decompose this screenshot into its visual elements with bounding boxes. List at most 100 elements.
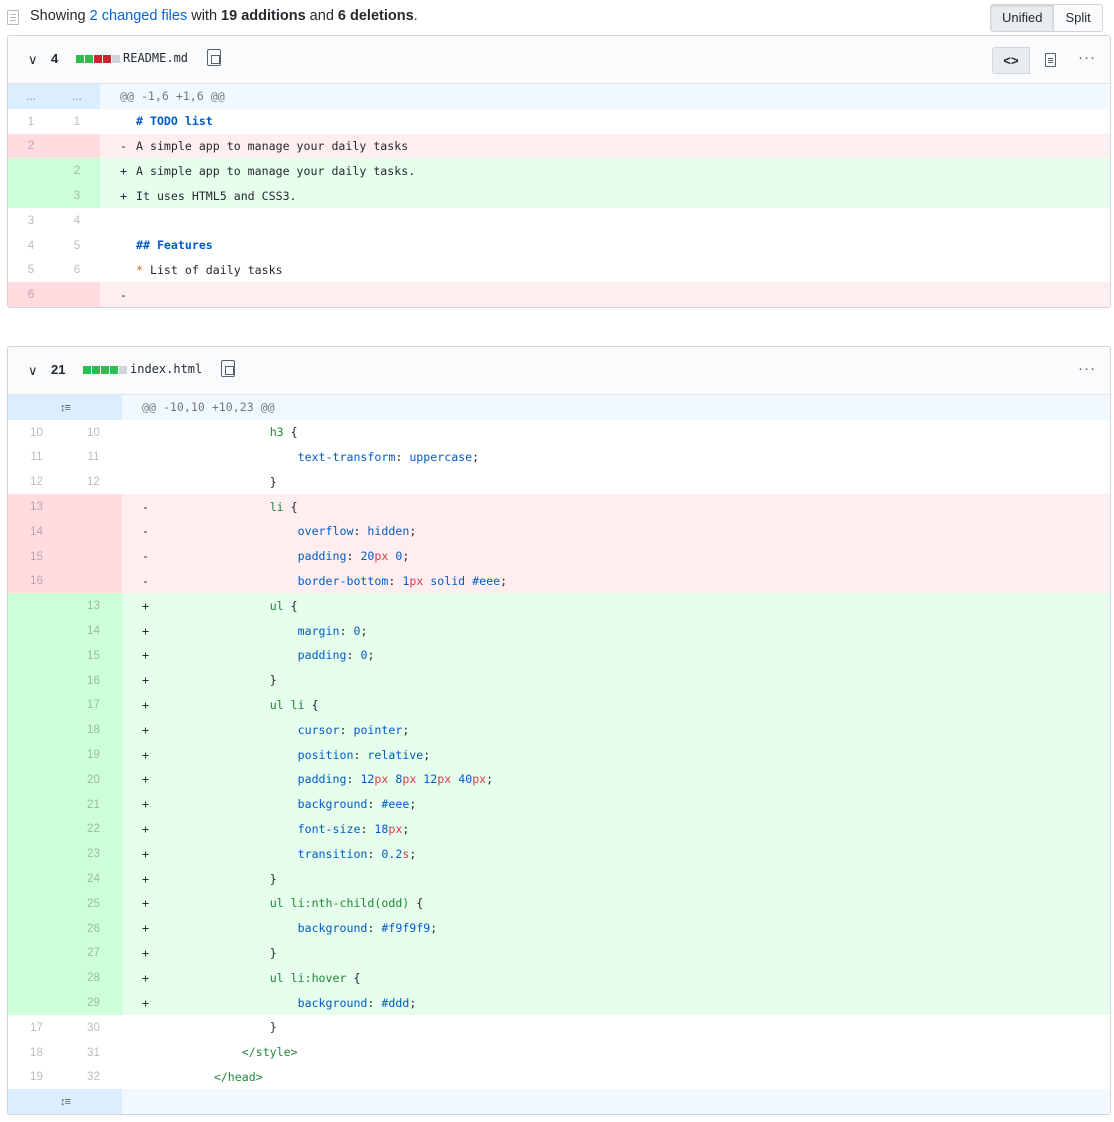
diff-sign: + — [142, 747, 149, 762]
old-line-number[interactable] — [8, 940, 65, 966]
new-line-number[interactable] — [65, 543, 122, 569]
old-line-number[interactable] — [8, 593, 65, 619]
new-line-number[interactable]: 26 — [65, 915, 122, 941]
old-line-number[interactable] — [8, 915, 65, 941]
new-line-number[interactable]: 3 — [54, 183, 100, 208]
new-line-number[interactable]: 16 — [65, 667, 122, 693]
code-token: { — [409, 896, 424, 911]
old-line-number[interactable] — [8, 642, 65, 668]
new-line-number[interactable]: 27 — [65, 940, 122, 966]
chevron-down-icon[interactable]: ∨ — [28, 52, 38, 68]
old-line-number[interactable]: 11 — [8, 445, 65, 470]
clipboard-icon[interactable] — [207, 49, 221, 66]
new-line-number[interactable] — [65, 518, 122, 544]
new-line-number[interactable]: 1 — [54, 109, 100, 134]
new-line-number[interactable]: 30 — [65, 1015, 122, 1040]
kebab-icon[interactable]: ··· — [1078, 360, 1096, 377]
old-line-number[interactable]: 6 — [8, 282, 54, 308]
new-line-number[interactable] — [65, 568, 122, 594]
old-line-number[interactable]: 19 — [8, 1065, 65, 1090]
new-line-number[interactable]: ... — [54, 84, 100, 109]
old-line-number[interactable] — [8, 791, 65, 817]
new-line-number[interactable]: 6 — [54, 258, 100, 283]
old-line-number[interactable]: 5 — [8, 258, 54, 283]
old-line-number[interactable] — [8, 183, 54, 208]
expand-cell[interactable]: ↕≡ — [8, 395, 122, 420]
chevron-down-icon[interactable]: ∨ — [28, 363, 38, 379]
file-name[interactable]: index.html — [130, 362, 202, 376]
old-line-number[interactable]: 1 — [8, 109, 54, 134]
new-line-number[interactable] — [65, 494, 122, 519]
file-name[interactable]: README.md — [123, 51, 188, 65]
old-line-number[interactable]: ... — [8, 84, 54, 109]
old-line-number[interactable]: 14 — [8, 518, 65, 544]
diff-line: 27 + } — [8, 940, 1110, 966]
new-line-number[interactable]: 28 — [65, 965, 122, 991]
changed-files-link[interactable]: 2 changed files — [90, 8, 188, 24]
unfold-icon[interactable]: ↕≡ — [60, 402, 71, 414]
old-line-number[interactable]: 3 — [8, 208, 54, 233]
unified-button[interactable]: Unified — [990, 4, 1055, 32]
new-line-number[interactable]: 15 — [65, 642, 122, 668]
code-text: A simple app to manage your daily tasks. — [136, 163, 416, 178]
old-line-number[interactable] — [8, 742, 65, 767]
new-line-number[interactable]: 29 — [65, 990, 122, 1015]
old-line-number[interactable] — [8, 990, 65, 1015]
diff-sign — [142, 1020, 158, 1034]
diff-line: 14 - overflow: hidden; — [8, 518, 1110, 544]
old-line-number[interactable] — [8, 866, 65, 891]
old-line-number[interactable]: 10 — [8, 420, 65, 445]
old-line-number[interactable] — [8, 816, 65, 842]
old-line-number[interactable] — [8, 965, 65, 991]
new-line-number[interactable]: 10 — [65, 420, 122, 445]
code-icon[interactable]: <> — [992, 47, 1030, 74]
expand-cell[interactable]: ↕≡ — [8, 1089, 122, 1115]
new-line-number[interactable] — [54, 133, 100, 159]
old-line-number[interactable]: 17 — [8, 1015, 65, 1040]
old-line-number[interactable]: 15 — [8, 543, 65, 569]
old-line-number[interactable]: 12 — [8, 469, 65, 494]
diffstat-blocks — [76, 55, 120, 63]
new-line-number[interactable]: 23 — [65, 841, 122, 867]
old-line-number[interactable] — [8, 841, 65, 867]
old-line-number[interactable] — [8, 717, 65, 743]
new-line-number[interactable]: 12 — [65, 469, 122, 494]
new-line-number[interactable]: 11 — [65, 445, 122, 470]
old-line-number[interactable] — [8, 618, 65, 643]
new-line-number[interactable]: 2 — [54, 158, 100, 184]
new-line-number[interactable]: 22 — [65, 816, 122, 842]
file-text-icon[interactable] — [1032, 47, 1068, 74]
old-line-number[interactable] — [8, 766, 65, 792]
old-line-number[interactable]: 13 — [8, 494, 65, 519]
new-line-number[interactable] — [54, 282, 100, 308]
old-line-number[interactable] — [8, 667, 65, 693]
unfold-icon[interactable]: ↕≡ — [60, 1096, 71, 1108]
old-line-number[interactable] — [8, 890, 65, 916]
new-line-number[interactable]: 31 — [65, 1040, 122, 1065]
new-line-number[interactable]: 25 — [65, 890, 122, 916]
new-line-number[interactable]: 21 — [65, 791, 122, 817]
new-line-number[interactable]: 17 — [65, 692, 122, 718]
clipboard-icon[interactable] — [221, 360, 235, 377]
new-line-number[interactable]: 14 — [65, 618, 122, 643]
old-line-number[interactable] — [8, 158, 54, 184]
new-line-number[interactable]: 4 — [54, 208, 100, 233]
new-line-number[interactable]: 19 — [65, 742, 122, 767]
kebab-icon[interactable]: ··· — [1078, 49, 1096, 66]
new-line-number[interactable]: 13 — [65, 593, 122, 619]
old-line-number[interactable]: 4 — [8, 233, 54, 258]
code-token: font-size — [297, 821, 361, 836]
diffstat-blocks — [83, 366, 127, 374]
new-line-number[interactable]: 24 — [65, 866, 122, 891]
new-line-number[interactable]: 5 — [54, 233, 100, 258]
old-line-number[interactable]: 18 — [8, 1040, 65, 1065]
new-line-number[interactable]: 18 — [65, 717, 122, 743]
new-line-number[interactable]: 32 — [65, 1065, 122, 1090]
new-line-number[interactable]: 20 — [65, 766, 122, 792]
old-line-number[interactable]: 16 — [8, 568, 65, 594]
diff-line: 15 - padding: 20px 0; — [8, 543, 1110, 569]
split-button[interactable]: Split — [1054, 4, 1103, 32]
old-line-number[interactable] — [8, 692, 65, 718]
old-line-number[interactable]: 2 — [8, 133, 54, 159]
